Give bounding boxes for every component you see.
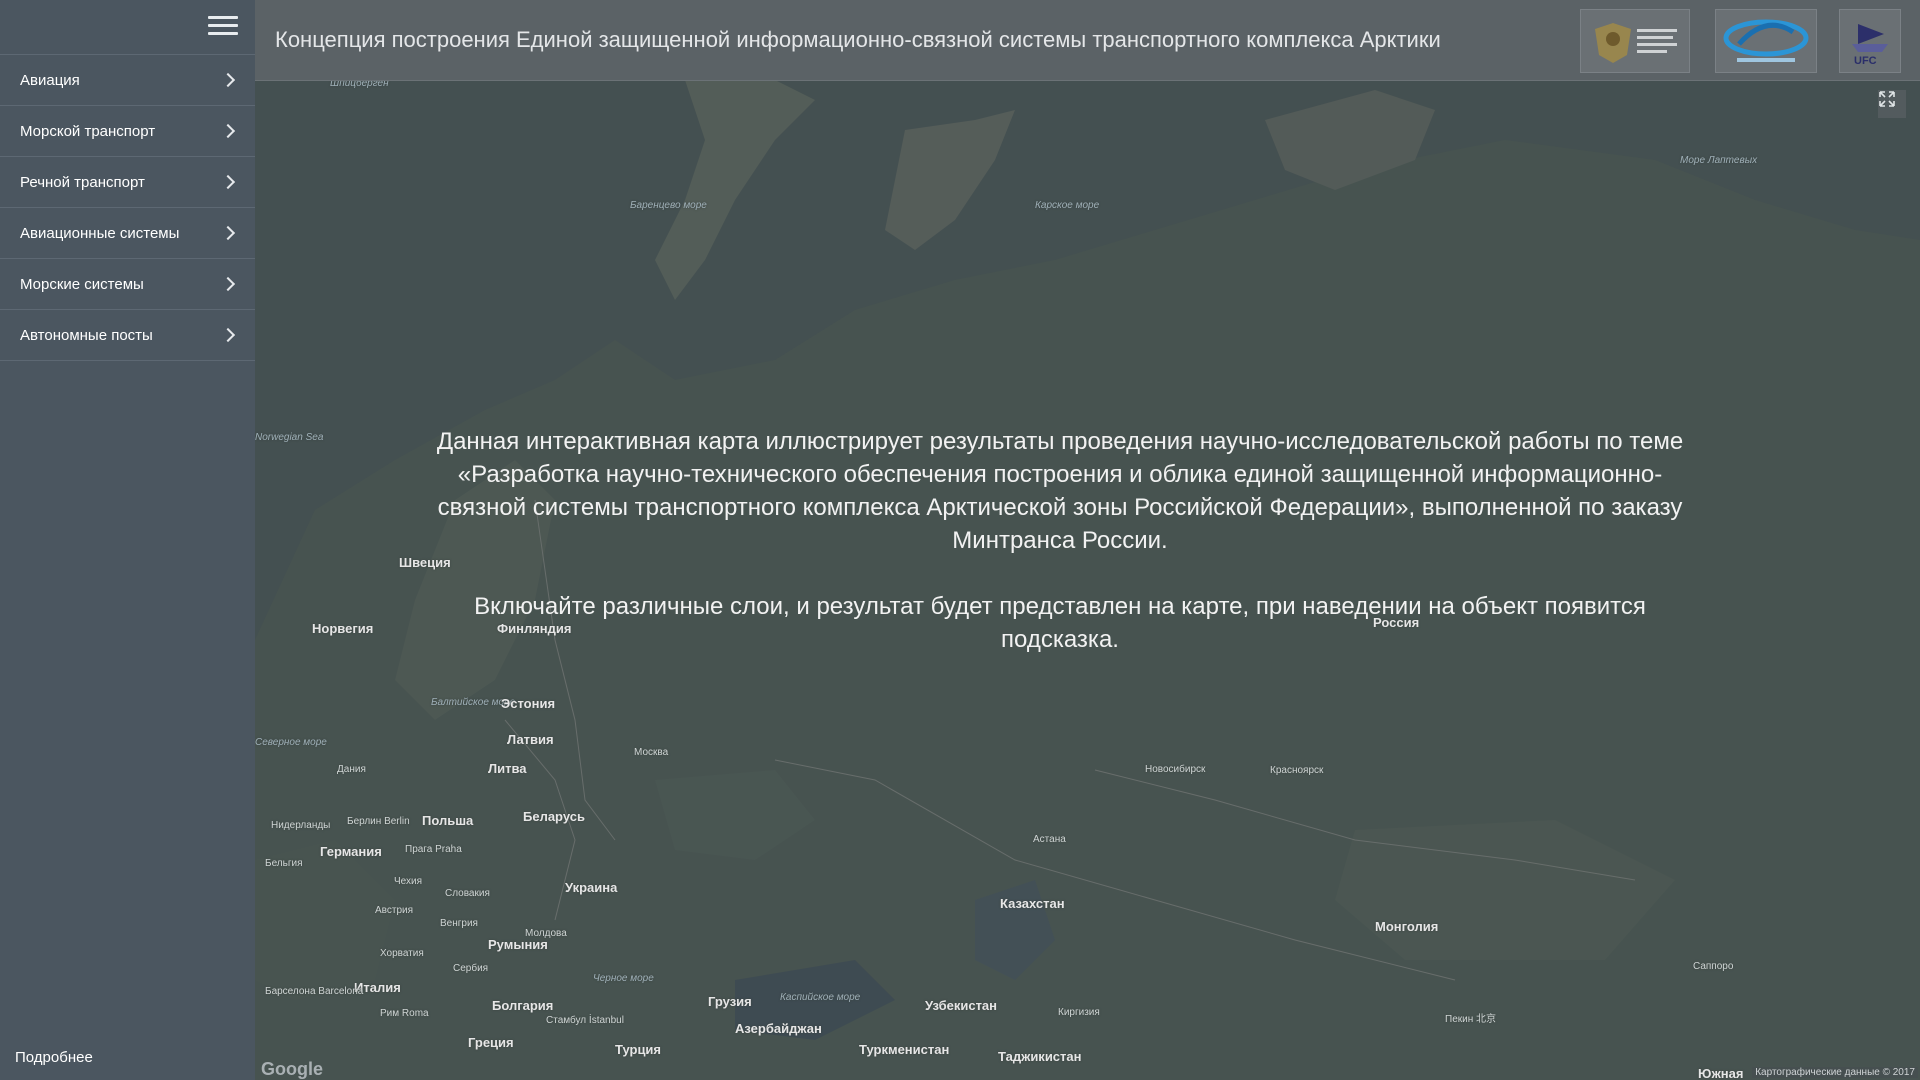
map-label: Эстония xyxy=(501,696,556,711)
map-label: Рим Roma xyxy=(380,1008,429,1019)
map-label: Нидерланды xyxy=(271,820,331,831)
map-label: Норвегия xyxy=(312,621,374,636)
map-label: Norwegian Sea xyxy=(255,432,324,443)
map-label: Прага Praha xyxy=(405,844,462,855)
map-label: Южная xyxy=(1698,1066,1744,1080)
map-label: Киргизия xyxy=(1058,1007,1100,1018)
map-label: Карское море xyxy=(1035,200,1100,211)
map-label: Греция xyxy=(468,1035,514,1050)
sidebar-item-label: Авиация xyxy=(20,71,80,89)
map-label: Москва xyxy=(634,747,669,758)
map-label: Таджикистан xyxy=(998,1049,1082,1064)
map-label: Стамбул İstanbul xyxy=(546,1015,624,1026)
fullscreen-button[interactable] xyxy=(1878,90,1906,118)
map-label: Чехия xyxy=(394,876,423,887)
layer-menu: Авиация Морской транспорт Речной транспо… xyxy=(0,54,255,361)
map-label: Казахстан xyxy=(1000,896,1065,911)
sidebar: Авиация Морской транспорт Речной транспо… xyxy=(0,0,255,1080)
more-link[interactable]: Подробнее xyxy=(15,1049,93,1066)
chevron-right-icon xyxy=(220,72,236,88)
map-label: Море Лаптевых xyxy=(1680,155,1758,166)
map-label: Каспийское море xyxy=(780,992,861,1003)
map-label: Саппоро xyxy=(1693,961,1734,972)
chevron-right-icon xyxy=(220,123,236,139)
map-label: Румыния xyxy=(488,937,548,952)
map-label: Хорватия xyxy=(380,948,424,959)
sidebar-item-label: Морской транспорт xyxy=(20,122,156,140)
svg-text:UFC: UFC xyxy=(1854,55,1877,67)
map-label: Азербайджан xyxy=(735,1021,822,1036)
mintrans-logo xyxy=(1580,9,1690,73)
map-label: Берлин Berlin xyxy=(347,816,410,827)
coat-of-arms-icon xyxy=(1595,23,1677,63)
chevron-right-icon xyxy=(220,225,236,241)
sidebar-item-label: Автономные посты xyxy=(20,326,153,344)
hamburger-menu-icon[interactable] xyxy=(208,16,238,38)
map-label: Пекин 北京 xyxy=(1445,1014,1497,1025)
sidebar-item-aviation-systems[interactable]: Авиационные системы xyxy=(0,208,255,259)
map-label: Словакия xyxy=(445,888,490,899)
map-label: Польша xyxy=(422,813,474,828)
map-label: Новосибирск xyxy=(1145,764,1206,775)
map-label: Латвия xyxy=(507,732,554,747)
map-label: Шпицберген xyxy=(330,80,389,89)
chevron-right-icon xyxy=(220,276,236,292)
info-panel: Данная интерактивная карта иллюстрирует … xyxy=(435,425,1685,689)
sidebar-item-sea-transport[interactable]: Морской транспорт xyxy=(0,106,255,157)
map[interactable]: Шпицберген Баренцево море Карское море М… xyxy=(255,80,1920,1080)
map-label: Бельгия xyxy=(265,858,303,869)
sidebar-item-aviation[interactable]: Авиация xyxy=(0,54,255,106)
map-label: Турция xyxy=(615,1042,662,1057)
expand-icon xyxy=(1879,91,1895,107)
sidebar-item-label: Речной транспорт xyxy=(20,173,145,191)
map-label: Монголия xyxy=(1375,919,1439,934)
sidebar-item-label: Морские системы xyxy=(20,275,144,293)
map-label: Узбекистан xyxy=(925,998,998,1013)
map-label: Австрия xyxy=(375,905,414,916)
sidebar-item-autonomous-posts[interactable]: Автономные посты xyxy=(0,310,255,361)
header: Концепция построения Единой защищенной и… xyxy=(255,0,1920,81)
map-label: Сербия xyxy=(453,963,489,974)
map-label: Туркменистан xyxy=(859,1042,950,1057)
map-label: Литва xyxy=(488,761,527,776)
ufk-logo: UFC xyxy=(1839,9,1901,73)
map-credit: Картографические данные © 2017 xyxy=(1752,1067,1918,1078)
map-label: Грузия xyxy=(708,994,752,1009)
map-label: Болгария xyxy=(492,998,554,1013)
map-label: Черное море xyxy=(593,973,654,984)
info-paragraph: Включайте различные слои, и результат бу… xyxy=(474,593,1646,653)
sidebar-item-marine-systems[interactable]: Морские системы xyxy=(0,259,255,310)
chevron-right-icon xyxy=(220,327,236,343)
sidebar-item-label: Авиационные системы xyxy=(20,224,180,242)
map-label: Красноярск xyxy=(1270,765,1324,776)
chevron-right-icon xyxy=(220,174,236,190)
map-label: Баренцево море xyxy=(630,200,707,211)
map-label: Дания xyxy=(337,764,366,775)
sidebar-item-river-transport[interactable]: Речной транспорт xyxy=(0,157,255,208)
ship-emblem-icon: UFC xyxy=(1852,24,1888,67)
map-label: Барселона Barcelona xyxy=(265,986,364,997)
map-label: Венгрия xyxy=(440,918,478,929)
map-label: Беларусь xyxy=(523,809,585,824)
ellipse-emblem-icon xyxy=(1723,19,1809,62)
map-label: Украина xyxy=(565,880,618,895)
zashchitainfotrans-logo xyxy=(1715,9,1817,73)
map-label: Германия xyxy=(320,844,382,859)
map-label: Астана xyxy=(1033,834,1066,845)
google-logo: Google xyxy=(261,1059,323,1079)
map-label: Северное море xyxy=(255,737,327,748)
page-title: Концепция построения Единой защищенной и… xyxy=(275,27,1441,52)
info-paragraph: Данная интерактивная карта иллюстрирует … xyxy=(436,428,1684,554)
